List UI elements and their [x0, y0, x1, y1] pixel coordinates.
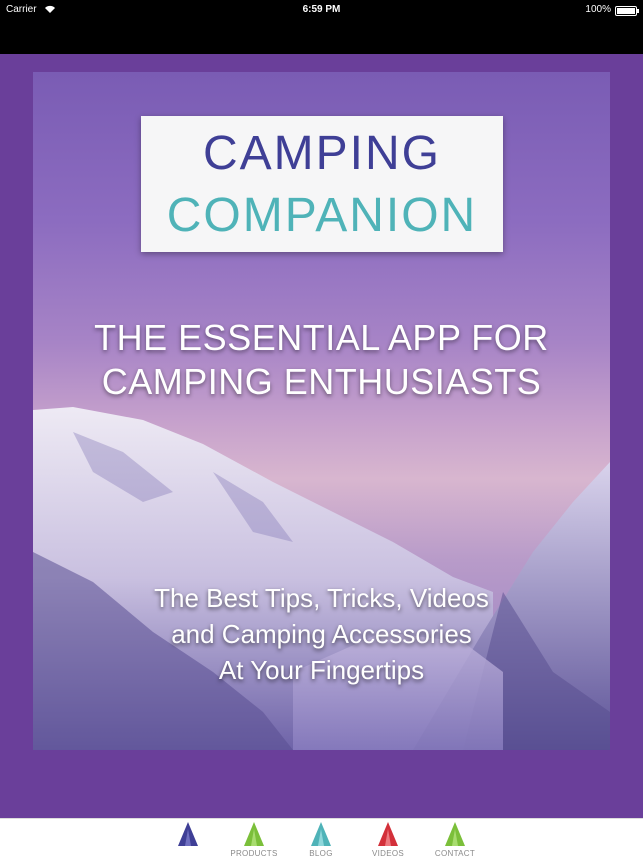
tagline-line-3: At Your Fingertips — [218, 655, 425, 685]
hero-poster: CAMPING COMPANION THE ESSENTIAL APP FOR … — [33, 72, 610, 750]
status-bar: Carrier 6:59 PM 100% — [0, 0, 643, 20]
app-logo: CAMPING COMPANION — [141, 116, 503, 252]
tab-blog-label: BLOG — [309, 849, 333, 858]
tagline-line-1: The Best Tips, Tricks, Videos — [154, 583, 489, 613]
logo-camping-text: CAMPING — [202, 127, 441, 180]
poster-frame: CAMPING COMPANION THE ESSENTIAL APP FOR … — [0, 54, 643, 818]
tab-videos[interactable]: VIDEOS — [358, 819, 418, 859]
tab-home[interactable] — [158, 819, 218, 859]
headline-line-2: CAMPING ENTHUSIASTS — [101, 361, 542, 402]
tagline: The Best Tips, Tricks, Videos and Campin… — [33, 580, 610, 688]
tab-blog[interactable]: BLOG — [291, 819, 351, 859]
status-time: 6:59 PM — [302, 4, 341, 15]
battery-percent: 100% — [585, 4, 611, 15]
logo-companion-text: COMPANION — [166, 189, 478, 242]
tent-icon — [378, 822, 398, 846]
tagline-line-2: and Camping Accessories — [171, 619, 472, 649]
tent-icon — [244, 822, 264, 846]
tab-products-label: PRODUCTS — [230, 849, 278, 858]
headline-line-1: THE ESSENTIAL APP FOR — [94, 317, 549, 358]
tent-icon — [311, 822, 331, 846]
headline: THE ESSENTIAL APP FOR CAMPING ENTHUSIAST… — [33, 316, 610, 404]
navigation-bar — [0, 20, 643, 54]
tab-videos-label: VIDEOS — [371, 849, 405, 858]
tab-bar: PRODUCTS BLOG VIDEOS CONTACT — [0, 818, 643, 859]
tab-products[interactable]: PRODUCTS — [224, 819, 284, 859]
battery-icon — [615, 6, 639, 16]
tent-icon — [445, 822, 465, 846]
tent-icon — [178, 822, 198, 846]
tab-contact[interactable]: CONTACT — [425, 819, 485, 859]
tab-contact-label: CONTACT — [434, 849, 476, 858]
